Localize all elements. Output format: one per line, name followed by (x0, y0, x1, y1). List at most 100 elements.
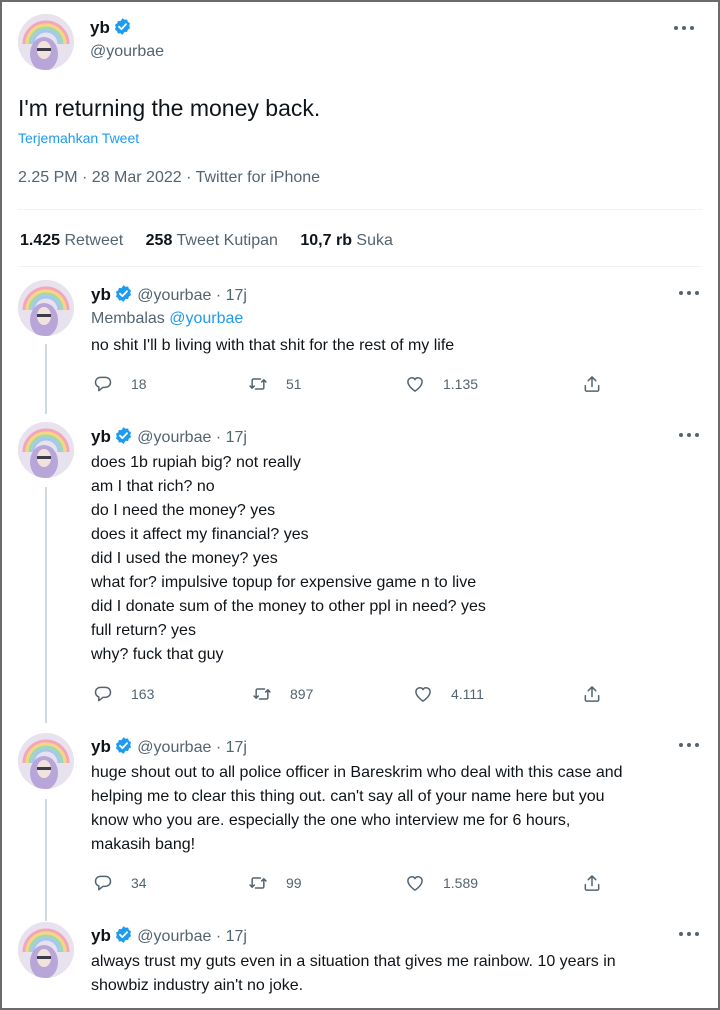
like-count: 4.111 (451, 686, 484, 702)
reply-avatar[interactable] (18, 280, 74, 336)
retweet-icon (253, 688, 271, 700)
more-horizontal-icon[interactable] (678, 741, 700, 749)
retweet-count: 51 (286, 376, 302, 392)
thread-line (45, 799, 47, 921)
reply-count: 163 (131, 686, 155, 702)
reply-time[interactable]: · 17j (216, 429, 247, 446)
more-horizontal-icon[interactable] (678, 930, 700, 938)
divider (18, 266, 702, 267)
like-action[interactable]: 1.589 (405, 873, 478, 893)
reply-line: showbiz industry ain't no joke. (91, 977, 304, 994)
translate-tweet-link[interactable]: Terjemahkan Tweet (18, 130, 139, 146)
reply-author-handle[interactable]: @yourbae (137, 287, 211, 304)
share-action[interactable] (582, 684, 602, 704)
heart-icon (407, 377, 423, 392)
reply-header: yb @yourbae · 17j (91, 925, 247, 946)
reply-avatar[interactable] (18, 922, 74, 978)
likes-count: 10,7 rb (300, 232, 352, 249)
reply-line: no shit I'll b living with that shit for… (91, 337, 455, 354)
avatar-image (18, 14, 74, 70)
reply-line: what for? impulsive topup for expensive … (91, 574, 477, 591)
reply-line: know who you are. especially the one who… (91, 812, 571, 829)
main-avatar[interactable] (18, 14, 74, 70)
author-name-text[interactable]: yb (90, 18, 110, 37)
reply-line: am I that rich? no (91, 478, 215, 495)
reply-text: huge shout out to all police officer in … (91, 761, 623, 857)
share-action[interactable] (582, 873, 602, 893)
retweet-count: 897 (290, 686, 314, 702)
avatar-image (18, 733, 74, 789)
more-horizontal-icon[interactable] (678, 289, 700, 297)
replying-mention[interactable]: @yourbae (169, 310, 243, 327)
reply-header: yb @yourbae · 17j (91, 284, 247, 305)
quotes-stat[interactable]: 258 Tweet Kutipan (146, 232, 278, 249)
retweet-action[interactable]: 897 (252, 684, 313, 704)
reply-author-name[interactable]: yb (91, 926, 111, 945)
like-action[interactable]: 4.111 (413, 684, 484, 704)
reply-header: yb @yourbae · 17j (91, 736, 247, 757)
more-horizontal-icon[interactable] (673, 24, 695, 32)
verified-badge-icon (114, 736, 133, 755)
reply-time[interactable]: · 17j (216, 287, 247, 304)
reply-line: did I used the money? yes (91, 550, 278, 567)
likes-label: Suka (356, 232, 393, 249)
reply-author-name[interactable]: yb (91, 737, 111, 756)
reply-header: yb @yourbae · 17j (91, 426, 247, 447)
reply-line: why? fuck that guy (91, 646, 224, 663)
reply-count: 34 (131, 875, 147, 891)
avatar-image (18, 922, 74, 978)
reply-author-name[interactable]: yb (91, 427, 111, 446)
retweets-stat[interactable]: 1.425 Retweet (20, 232, 123, 249)
retweet-icon (249, 378, 267, 390)
like-action[interactable]: 1.135 (405, 374, 478, 394)
heart-icon (407, 876, 423, 891)
avatar-image (18, 422, 74, 478)
share-icon (584, 376, 600, 392)
quotes-label: Tweet Kutipan (176, 232, 278, 249)
retweet-action[interactable]: 99 (248, 873, 302, 893)
reply-author-handle[interactable]: @yourbae (137, 739, 211, 756)
reply-bubble-icon (94, 376, 112, 392)
verified-badge-icon (114, 284, 133, 303)
reply-line: do I need the money? yes (91, 502, 276, 519)
reply-line: did I donate sum of the money to other p… (91, 598, 486, 615)
verified-badge-icon (114, 426, 133, 445)
reply-time[interactable]: · 17j (216, 928, 247, 945)
reply-text: no shit I'll b living with that shit for… (91, 334, 454, 358)
main-author-name[interactable]: yb (90, 17, 132, 38)
heart-icon (415, 687, 431, 702)
reply-time[interactable]: · 17j (216, 739, 247, 756)
likes-stat[interactable]: 10,7 rb Suka (300, 232, 393, 249)
replying-prefix: Membalas (91, 310, 165, 327)
more-horizontal-icon[interactable] (678, 431, 700, 439)
retweets-count: 1.425 (20, 232, 61, 249)
reply-action[interactable]: 34 (93, 873, 147, 893)
divider (18, 209, 702, 210)
reply-count: 18 (131, 376, 147, 392)
share-action[interactable] (582, 374, 602, 394)
reply-avatar[interactable] (18, 422, 74, 478)
reply-bubble-icon (94, 686, 112, 702)
tweet-meta[interactable]: 2.25 PM · 28 Mar 2022 · Twitter for iPho… (18, 169, 320, 187)
tweet-stats: 1.425 Retweet 258 Tweet Kutipan 10,7 rb … (20, 232, 411, 250)
like-count: 1.589 (443, 875, 479, 891)
verified-badge-icon (113, 17, 132, 36)
reply-text: always trust my guts even in a situation… (91, 950, 616, 998)
reply-line: always trust my guts even in a situation… (91, 953, 616, 970)
reply-bubble-icon (94, 875, 112, 891)
reply-line: helping me to clear this thing out. can'… (91, 788, 605, 805)
avatar-image (18, 280, 74, 336)
reply-author-handle[interactable]: @yourbae (137, 429, 211, 446)
reply-text: does 1b rupiah big? not really am I that… (91, 451, 486, 667)
reply-avatar[interactable] (18, 733, 74, 789)
main-author-handle[interactable]: @yourbae (90, 43, 164, 61)
reply-author-name[interactable]: yb (91, 285, 111, 304)
reply-action[interactable]: 163 (93, 684, 154, 704)
reply-author-handle[interactable]: @yourbae (137, 928, 211, 945)
retweet-action[interactable]: 51 (248, 374, 302, 394)
verified-badge-icon (114, 925, 133, 944)
like-count: 1.135 (443, 376, 479, 392)
thread-line (45, 487, 47, 723)
share-icon (584, 875, 600, 891)
reply-action[interactable]: 18 (93, 374, 147, 394)
